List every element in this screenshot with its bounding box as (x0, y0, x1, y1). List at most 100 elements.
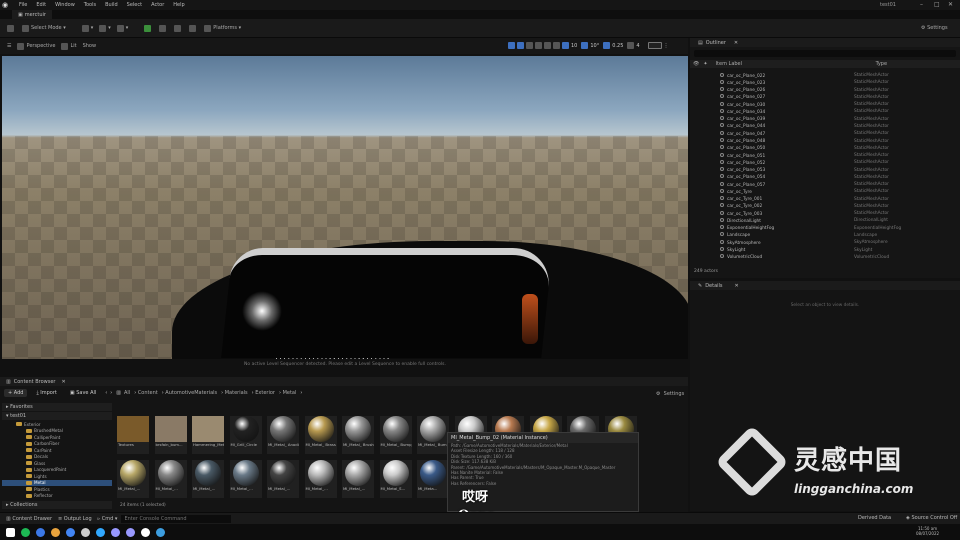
cmd-button[interactable]: ▹ Cmd ▾ (98, 516, 118, 522)
details-tab[interactable]: ✎ Details ✕ (690, 281, 960, 290)
asset-tile[interactable]: MI_Meta... (417, 460, 449, 498)
asset-tile[interactable]: MI_Metal_ Anodized_01 (267, 416, 299, 454)
content-browser-tab[interactable]: ▥ Content Browser ✕ (0, 377, 688, 386)
viewport-layout-icon[interactable] (647, 42, 662, 49)
type-column[interactable]: Type (876, 61, 887, 67)
collections-header[interactable]: ▸ Collections (2, 501, 112, 509)
item-label-column[interactable]: Item Label (716, 61, 876, 67)
scale-snap-value[interactable]: 0.25 (612, 43, 623, 49)
scale-snap-icon[interactable] (603, 42, 611, 49)
details-close-icon[interactable]: ✕ (735, 283, 739, 289)
menu-actor[interactable]: Actor (151, 2, 164, 8)
menu-edit[interactable]: Edit (36, 2, 46, 8)
outliner-tab[interactable]: ▤ Outliner ✕ (690, 38, 960, 47)
unreal-logo-icon[interactable]: ◉ (0, 0, 10, 10)
outliner-row[interactable]: car_oc_Plane_053 StaticMeshActor (690, 166, 960, 173)
scale-tool-icon[interactable] (535, 42, 542, 49)
folder-root-icon[interactable]: ▥ (116, 390, 121, 396)
viewport-options-icon[interactable]: ⋮ (664, 43, 669, 49)
taskbar-app-icon[interactable] (21, 527, 30, 537)
derived-data-button[interactable]: Derived Data (858, 515, 891, 521)
outliner-row[interactable]: Landscape Landscape (690, 232, 960, 239)
outliner-row[interactable]: car_oc_Tyre_001 StaticMeshActor (690, 196, 960, 203)
outliner-row[interactable]: ExponentialHeightFog ExponentialHeightFog (690, 225, 960, 232)
show-button[interactable]: Show (80, 41, 100, 52)
outliner-row[interactable]: DirectionalLight DirectionalLight (690, 217, 960, 224)
grid-snap-icon[interactable] (562, 42, 569, 49)
close-icon[interactable]: ✕ (948, 1, 953, 8)
select-tool-icon[interactable] (508, 42, 515, 49)
taskbar-clock[interactable]: 11:50 am 08/07/2022 (916, 526, 939, 536)
content-browser-close-icon[interactable]: ✕ (61, 379, 65, 385)
perspective-button[interactable]: Perspective (14, 41, 58, 52)
outliner-row[interactable]: car_oc_Plane_051 StaticMeshActor (690, 152, 960, 159)
source-control-button[interactable]: ◈ Source Control Off (906, 515, 957, 521)
outliner-row[interactable]: car_oc_Tyre StaticMeshActor (690, 188, 960, 195)
blueprint-button[interactable]: ▾ (96, 23, 114, 34)
settings-button[interactable]: ⚙ Settings (918, 23, 951, 34)
taskbar-app-icon[interactable] (96, 527, 105, 537)
outliner-row[interactable]: car_oc_Plane_030 StaticMeshActor (690, 101, 960, 108)
forward-icon[interactable]: › (110, 390, 112, 396)
outliner-row[interactable]: car_oc_Plane_057 StaticMeshActor (690, 181, 960, 188)
folder-tree-item[interactable]: Reflector (2, 493, 112, 500)
menu-select[interactable]: Select (127, 2, 142, 8)
outliner-row[interactable]: car_oc_Tyre_003 StaticMeshActor (690, 210, 960, 217)
outliner-row[interactable]: SkyLight SkyLight (690, 246, 960, 253)
outliner-row[interactable]: car_oc_Plane_048 StaticMeshActor (690, 137, 960, 144)
viewport-menu-icon[interactable]: ☰ (4, 41, 14, 52)
outliner-row[interactable]: car_oc_Plane_026 StaticMeshActor (690, 87, 960, 94)
move-tool-icon[interactable] (517, 42, 524, 49)
asset-tile[interactable]: MI_Metal_ Brushed (342, 416, 374, 454)
outliner-row[interactable]: car_oc_Plane_034 StaticMeshActor (690, 108, 960, 115)
breadcrumb-metal[interactable]: Metal (283, 390, 297, 396)
breadcrumb-content[interactable]: Content (138, 390, 158, 396)
select-mode-button[interactable]: Select Mode ▾ (19, 23, 69, 34)
add-button[interactable]: + Add (4, 388, 28, 397)
menu-file[interactable]: File (19, 2, 27, 8)
asset-tile[interactable]: MI_Metal_... (192, 460, 224, 498)
pin-column-icon[interactable]: ✦ (703, 61, 707, 67)
asset-tile[interactable]: MI_Metal_... (342, 460, 374, 498)
outliner-row[interactable]: car_oc_Plane_047 StaticMeshActor (690, 130, 960, 137)
outliner-row[interactable]: car_oc_Plane_027 StaticMeshActor (690, 94, 960, 101)
save-icon[interactable] (4, 23, 19, 34)
asset-tile[interactable]: MI_Metal_... (154, 460, 187, 498)
breadcrumb-automotive[interactable]: AutomotiveMaterials (165, 390, 217, 396)
asset-tile[interactable]: MI_Metal_ Bump_01 (379, 416, 412, 454)
outliner-close-icon[interactable]: ✕ (734, 40, 738, 46)
asset-tile[interactable]: MI_Metal_ Bump_02 (417, 416, 449, 454)
outliner-row[interactable]: VolumetricCloud VolumetricCloud (690, 254, 960, 261)
asset-tile[interactable]: MI_Grill_Circle (229, 416, 262, 454)
breadcrumb-materials[interactable]: Materials (225, 390, 248, 396)
import-button[interactable]: ⤓ Import (32, 389, 60, 397)
step-button[interactable] (156, 23, 171, 34)
menu-help[interactable]: Help (173, 2, 184, 8)
windows-start-icon[interactable] (6, 527, 15, 537)
outliner-row[interactable]: SkyAtmosphere SkyAtmosphere (690, 239, 960, 246)
play-button[interactable] (141, 23, 156, 34)
back-icon[interactable]: ‹ (105, 390, 107, 396)
rotation-snap-icon[interactable] (581, 42, 589, 49)
play-options-icon[interactable] (186, 23, 201, 34)
rotate-tool-icon[interactable] (526, 42, 533, 49)
taskbar-app-icon[interactable] (126, 527, 135, 537)
asset-tile[interactable]: MI_Metal_S... (379, 460, 412, 498)
surface-snap-icon[interactable] (553, 42, 560, 49)
visibility-column-icon[interactable]: 👁 (693, 61, 699, 67)
content-settings-button[interactable]: ⚙ Settings (656, 391, 684, 397)
asset-tile[interactable]: brsfaln_bum... (154, 416, 187, 454)
lit-button[interactable]: Lit (58, 41, 79, 52)
asset-tile[interactable]: MI_Metal_ Brass (304, 416, 337, 454)
outliner-row[interactable]: car_oc_Plane_044 StaticMeshActor (690, 123, 960, 130)
outliner-row[interactable]: car_oc_Plane_022 StaticMeshActor (690, 72, 960, 79)
outliner-row[interactable]: car_oc_Plane_050 StaticMeshActor (690, 145, 960, 152)
outliner-row[interactable]: car_oc_Tyre_002 StaticMeshActor (690, 203, 960, 210)
outliner-row[interactable]: car_oc_Plane_054 StaticMeshActor (690, 174, 960, 181)
console-command-input[interactable]: Enter Console Command (121, 514, 232, 523)
asset-tile[interactable]: MI_Metal_... (117, 460, 149, 498)
taskbar-app-icon[interactable] (141, 527, 150, 537)
breadcrumb-all[interactable]: All (124, 390, 130, 396)
menu-build[interactable]: Build (105, 2, 118, 8)
project-header[interactable]: ▾ test01 (2, 412, 112, 420)
